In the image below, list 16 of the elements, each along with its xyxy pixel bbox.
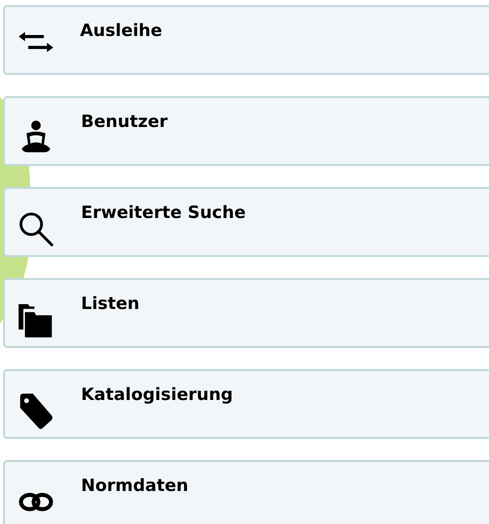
menu-label: Katalogisierung (81, 384, 233, 407)
arrows-icon (18, 31, 54, 53)
search-icon (17, 210, 55, 248)
menu-label: Ausleihe (80, 20, 162, 43)
menu-label: Normdaten (81, 475, 188, 498)
menu-label: Benutzer (81, 111, 168, 134)
folders-icon (17, 301, 55, 339)
menu-tile[interactable]: Normdaten (3, 460, 489, 524)
menu-label: Erweiterte Suche (81, 202, 246, 225)
menu-tile[interactable]: Katalogisierung (3, 369, 489, 439)
menu-tile[interactable]: Erweiterte Suche (3, 187, 489, 257)
menu-tile[interactable]: Listen (3, 278, 489, 348)
tag-icon (17, 392, 55, 430)
menu-tile[interactable]: Ausleihe (3, 5, 489, 75)
menu-tile[interactable]: Benutzer (3, 96, 489, 166)
menu-label: Listen (81, 293, 140, 316)
